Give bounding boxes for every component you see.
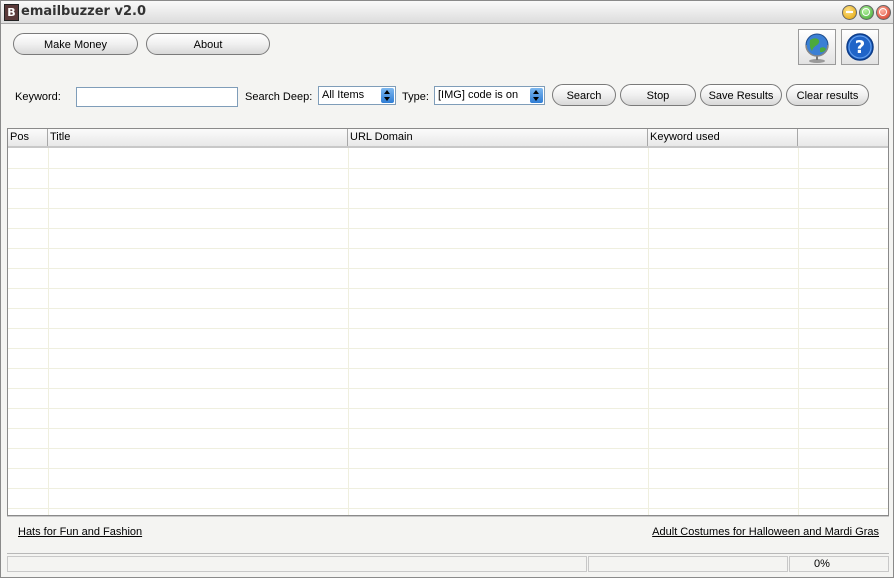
- search-deep-label: Search Deep:: [245, 91, 313, 103]
- search-deep-value: All Items: [322, 89, 365, 101]
- status-pane-middle: [588, 556, 788, 572]
- progress-text: 0%: [814, 558, 830, 570]
- footer-link-costumes[interactable]: Adult Costumes for Halloween and Mardi G…: [652, 526, 879, 538]
- status-pane-main: [7, 556, 587, 572]
- app-icon: B: [4, 4, 19, 21]
- grid-line: [8, 188, 888, 189]
- grid-line: [8, 428, 888, 429]
- globe-icon: [805, 33, 829, 63]
- column-header-keyword-used[interactable]: Keyword used: [648, 129, 798, 146]
- help-button[interactable]: ?: [841, 29, 879, 65]
- grid-line: [8, 308, 888, 309]
- grid-line: [8, 368, 888, 369]
- grid-line: [8, 388, 888, 389]
- maximize-button[interactable]: [859, 5, 874, 20]
- table-header: Pos Title URL Domain Keyword used: [8, 129, 888, 148]
- app-window: B emailbuzzer v2.0 Make Money About ? Ke…: [0, 0, 894, 578]
- column-header-url-domain[interactable]: URL Domain: [348, 129, 648, 146]
- dropdown-arrow-icon[interactable]: [381, 88, 394, 103]
- column-header-empty[interactable]: [798, 129, 888, 146]
- grid-line: [8, 208, 888, 209]
- close-button[interactable]: [876, 5, 891, 20]
- type-label: Type:: [402, 91, 429, 103]
- keyword-input[interactable]: [76, 87, 238, 107]
- footer-link-hats[interactable]: Hats for Fun and Fashion: [18, 526, 142, 538]
- make-money-button[interactable]: Make Money: [13, 33, 138, 55]
- dropdown-arrow-icon[interactable]: [530, 88, 543, 103]
- globe-button[interactable]: [798, 29, 836, 65]
- search-deep-select[interactable]: All Items: [318, 86, 396, 105]
- stop-button[interactable]: Stop: [620, 84, 696, 106]
- grid-line: [8, 168, 888, 169]
- help-icon: ?: [846, 33, 874, 61]
- column-header-title[interactable]: Title: [48, 129, 348, 146]
- save-results-button[interactable]: Save Results: [700, 84, 782, 106]
- title-bar[interactable]: B emailbuzzer v2.0: [1, 1, 893, 24]
- grid-line: [8, 448, 888, 449]
- grid-line: [8, 468, 888, 469]
- grid-line: [8, 228, 888, 229]
- results-table[interactable]: Pos Title URL Domain Keyword used: [7, 128, 889, 516]
- grid-line: [8, 248, 888, 249]
- type-value: [IMG] code is on: [438, 89, 519, 101]
- grid-line: [8, 488, 888, 489]
- grid-column-line: [348, 148, 349, 515]
- status-pane-progress: 0%: [789, 556, 889, 572]
- grid-line: [8, 288, 888, 289]
- type-select[interactable]: [IMG] code is on: [434, 86, 545, 105]
- keyword-label: Keyword:: [15, 91, 61, 103]
- grid-line: [8, 348, 888, 349]
- divider: [7, 516, 889, 517]
- column-header-pos[interactable]: Pos: [8, 129, 48, 146]
- grid-column-line: [48, 148, 49, 515]
- grid-line: [8, 408, 888, 409]
- grid-line: [8, 268, 888, 269]
- about-button[interactable]: About: [146, 33, 270, 55]
- svg-text:?: ?: [855, 37, 865, 58]
- grid-line: [8, 508, 888, 509]
- status-bar: 0%: [7, 553, 889, 574]
- search-button[interactable]: Search: [552, 84, 616, 106]
- grid-column-line: [798, 148, 799, 515]
- window-title: emailbuzzer v2.0: [21, 4, 146, 19]
- clear-results-button[interactable]: Clear results: [786, 84, 869, 106]
- grid-line: [8, 328, 888, 329]
- minimize-button[interactable]: [842, 5, 857, 20]
- grid-column-line: [648, 148, 649, 515]
